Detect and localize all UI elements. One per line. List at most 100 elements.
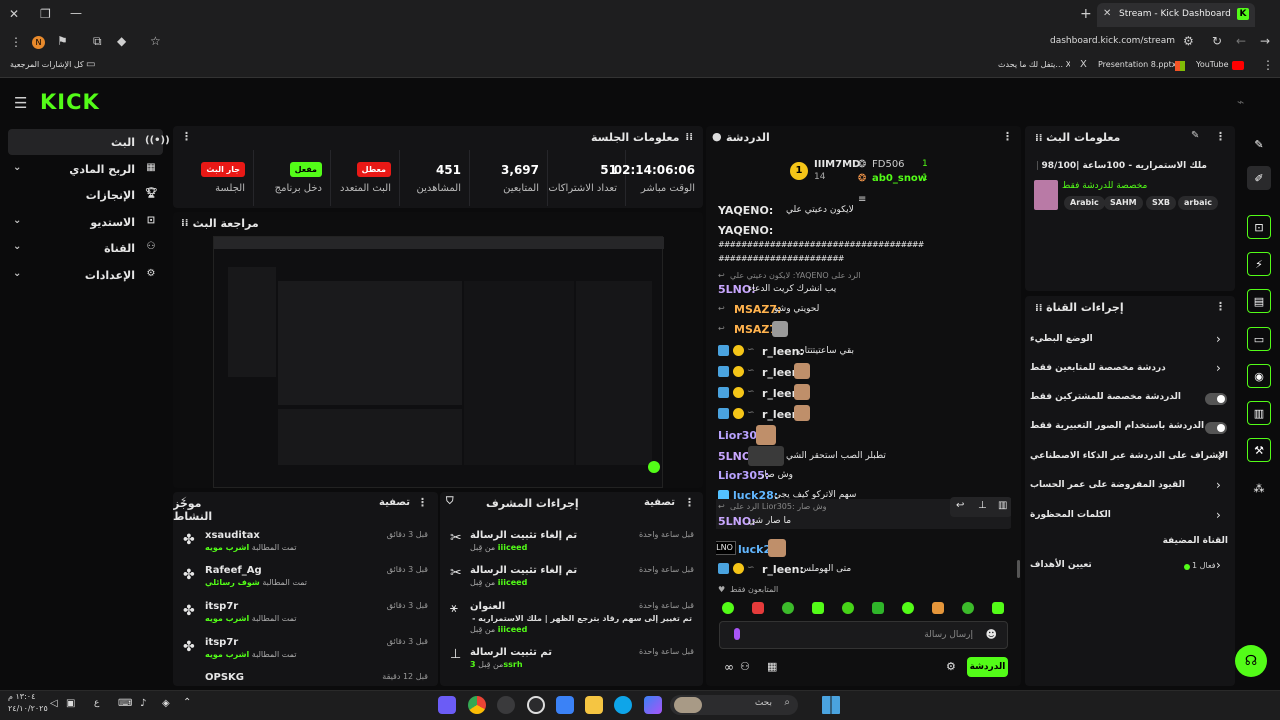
reload-icon[interactable]: ↻ <box>1212 34 1222 48</box>
support-headset-icon[interactable]: ☊ <box>1235 645 1267 677</box>
chat-settings-gear-icon[interactable]: ⚙ <box>946 660 956 673</box>
chevron-right-icon[interactable]: › <box>1216 508 1221 522</box>
site-settings-icon[interactable]: ⚙ <box>1183 34 1194 48</box>
sidebar-item-channel[interactable]: ⌄ القناة ⚇ <box>8 235 163 261</box>
wrench-icon[interactable]: ⚒ <box>1247 438 1271 462</box>
drag-handle-icon[interactable]: ⁞⁞ <box>685 132 693 143</box>
emote-7-icon[interactable] <box>902 602 914 614</box>
volume-icon[interactable]: ◁ <box>50 698 58 709</box>
clock-time[interactable]: ١٣:٠٤ م <box>8 692 35 701</box>
activity-user[interactable]: xsauditax <box>205 530 260 541</box>
back-icon[interactable]: → <box>1260 34 1270 48</box>
emote-5-icon[interactable] <box>842 602 854 614</box>
app-discord-icon[interactable] <box>438 696 456 714</box>
tag-chip[interactable]: SAHM <box>1104 196 1143 210</box>
users-icon[interactable]: ⚇ <box>740 660 750 673</box>
community-icon[interactable]: ⁂ <box>1247 476 1271 500</box>
chevron-right-icon[interactable]: › <box>1216 558 1221 572</box>
chat-username[interactable]: r_leen: <box>762 563 804 576</box>
activity-user[interactable]: itsp7r <box>205 601 238 612</box>
chat-username[interactable]: YAQENO: <box>718 224 773 237</box>
gifter-name[interactable]: ab0_snow <box>872 173 927 184</box>
send-chat-button[interactable]: الدردشة <box>967 657 1008 677</box>
keyboard-icon[interactable]: ⌨ <box>118 698 132 709</box>
kebab-menu-icon[interactable]: ⋮ <box>1002 130 1013 143</box>
stream-video-preview[interactable] <box>213 236 664 488</box>
menu-dots-icon[interactable]: ⋮ <box>10 35 22 49</box>
clock-date[interactable]: ٢٤/١٠/٢٠٢٥ <box>8 704 48 713</box>
channel-action-ai-moderation[interactable]: الإشراف على الدردشة عبر الذكاء الاصطناعي… <box>1030 451 1230 465</box>
pin-icon[interactable]: ⊥ <box>978 500 987 511</box>
filter-button[interactable]: تصفية <box>379 497 410 508</box>
bookmark-pptx[interactable]: Presentation 8.pptx <box>1098 60 1176 69</box>
channel-action-banned-words[interactable]: الكلمات المحظورة › <box>1030 508 1230 524</box>
kebab-menu-icon[interactable]: ⋮ <box>181 130 192 143</box>
kebab-menu-icon[interactable]: ⋮ <box>1215 130 1226 143</box>
chevron-right-icon[interactable]: › <box>1216 478 1221 492</box>
kebab-menu-icon[interactable]: ⋮ <box>684 496 695 509</box>
extensions-icon[interactable]: ⚑ <box>57 34 68 48</box>
emotes-only-toggle[interactable] <box>1205 422 1227 434</box>
app-edge-icon[interactable] <box>614 696 632 714</box>
edit-icon[interactable]: ✎ <box>1247 132 1271 156</box>
all-bookmarks[interactable]: كل الإشارات المرجعية <box>10 60 84 69</box>
filter-button[interactable]: تصفية <box>644 497 675 508</box>
reply-icon[interactable]: ↩ <box>956 500 964 511</box>
gifter-name[interactable]: FD506 <box>872 159 905 170</box>
subs-only-toggle[interactable] <box>1205 393 1227 405</box>
new-tab-icon[interactable]: + <box>1080 6 1092 22</box>
delete-icon[interactable]: ▥ <box>998 500 1007 511</box>
emoji-icon[interactable]: ☻ <box>986 628 997 641</box>
profile-avatar[interactable]: N <box>32 36 45 49</box>
chat-scrollbar[interactable] <box>1017 560 1020 578</box>
broadcast-icon[interactable]: ◉ <box>1247 364 1271 388</box>
emote-9-icon[interactable] <box>962 602 974 614</box>
kebab-menu-icon[interactable]: ⋮ <box>417 496 428 509</box>
lightning-icon[interactable]: ⚡ <box>1247 252 1271 276</box>
kick-logo[interactable]: KICK <box>40 90 100 114</box>
close-tab-icon[interactable]: ✕ <box>1103 8 1111 19</box>
tag-chip[interactable]: Arabic <box>1064 196 1105 210</box>
kebab-menu-icon[interactable]: ⋮ <box>1215 300 1226 313</box>
channel-action-emotes-only[interactable]: الدردشة باستخدام الصور التعبيرية فقط <box>1030 421 1230 435</box>
windows-start-icon[interactable] <box>822 696 840 714</box>
taskbar-search[interactable]: بحث ⌕ <box>670 695 798 715</box>
gift-box-icon[interactable]: ▦ <box>767 660 777 673</box>
app-chrome-icon[interactable] <box>468 696 486 714</box>
app-settings-icon[interactable] <box>527 696 545 714</box>
clipboard-icon[interactable]: ▤ <box>1247 289 1271 313</box>
drag-handle-icon[interactable]: ⁞⁞ <box>181 218 189 229</box>
camera-icon[interactable]: ⊡ <box>1247 215 1271 239</box>
sidebar-item-achievements[interactable]: الإنجازات 🏆︎ <box>8 182 163 208</box>
app-explorer-icon[interactable] <box>585 696 603 714</box>
bookmark-star-icon[interactable]: ☆ <box>150 34 161 48</box>
network-icon[interactable]: ◈ <box>162 698 170 709</box>
url-text[interactable]: dashboard.kick.com/stream <box>1040 36 1175 46</box>
tag-chip[interactable]: SXB <box>1146 196 1177 210</box>
emote-8-icon[interactable] <box>932 602 944 614</box>
channel-action-goals[interactable]: تعيين الأهداف فعال 1 › <box>1030 558 1230 574</box>
channel-action-subs-only[interactable]: الدردشة مخصصة للمشتركين فقط <box>1030 392 1230 406</box>
more-bookmarks-icon[interactable]: ⋮ <box>1262 58 1274 72</box>
emote-6-icon[interactable] <box>872 602 884 614</box>
channel-action-slow-mode[interactable]: الوضع البطيء › <box>1030 332 1230 348</box>
emote-4-icon[interactable] <box>812 602 824 614</box>
chat-bubble-icon[interactable]: ▭ <box>1247 327 1271 351</box>
channel-action-followers-only[interactable]: دردشة مخصصة للمتابعين فقط › <box>1030 361 1230 377</box>
channel-action-account-age[interactable]: القيود المفروضة على عمر الحساب › <box>1030 478 1230 494</box>
emote-1-icon[interactable] <box>722 602 734 614</box>
minimize-window-icon[interactable]: — <box>70 6 82 20</box>
bookmark-youtube[interactable]: YouTube <box>1196 60 1229 69</box>
shield-icon[interactable]: ◆ <box>117 34 126 48</box>
chevron-right-icon[interactable]: › <box>1216 332 1221 346</box>
app-copilot-icon[interactable] <box>644 696 662 714</box>
forward-icon[interactable]: ← <box>1236 34 1246 48</box>
microphone-icon[interactable]: ♪ <box>140 698 146 709</box>
infinity-icon[interactable]: ∞ <box>724 660 734 674</box>
screenshot-icon[interactable]: ⧉ <box>93 34 102 49</box>
sidebar-item-stream[interactable]: البث ((•)) <box>8 129 170 155</box>
emote-2-icon[interactable] <box>752 602 764 614</box>
pencil-icon[interactable]: ✐ <box>1247 166 1271 190</box>
display-icon[interactable]: ▣ <box>66 698 75 709</box>
activity-user[interactable]: itsp7r <box>205 637 238 648</box>
